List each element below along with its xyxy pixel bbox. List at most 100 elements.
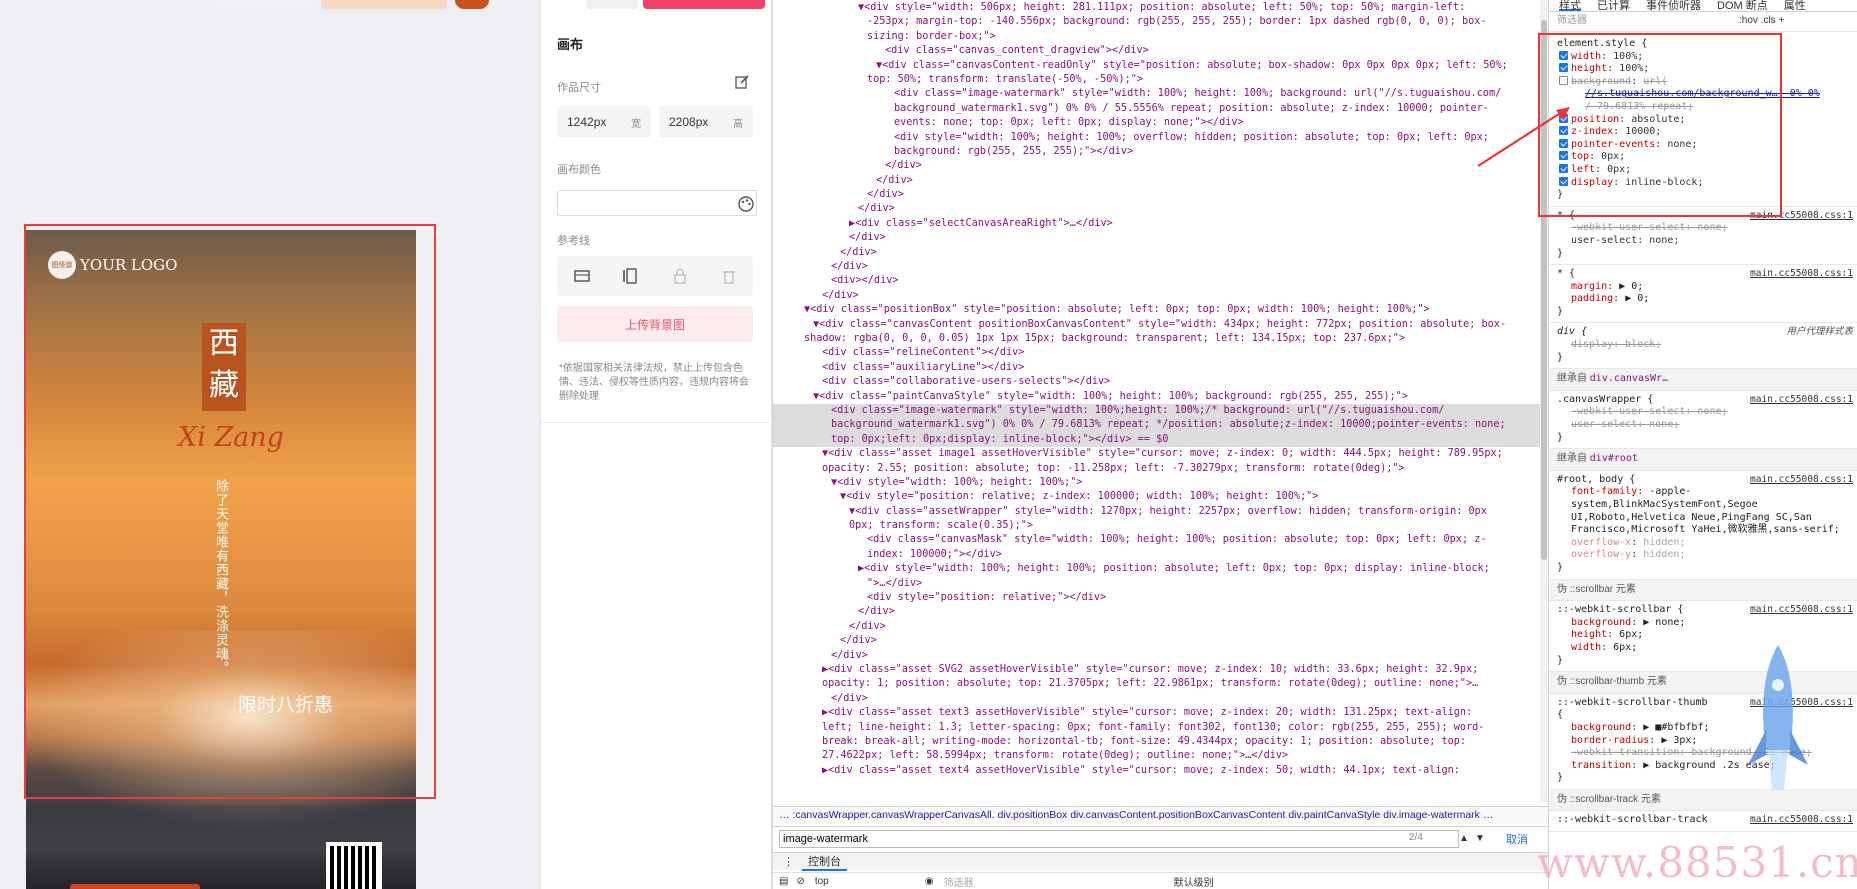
dom-node-line[interactable]: 0px; transform: scale(0.35);"> (773, 519, 1549, 533)
dom-node-line[interactable]: <div class="relineContent"></div> (773, 346, 1549, 360)
css-declaration[interactable]: border-radius: ▶ 3px; (1557, 735, 1851, 748)
drawer-menu-icon[interactable]: ⋮ (783, 855, 794, 868)
canvas-color-input[interactable] (557, 190, 757, 216)
dom-node-line[interactable]: ▼<div class="positionBox" style="positio… (773, 303, 1549, 317)
dom-node-line[interactable]: background_watermark1.svg") 0% 0% / 55.5… (773, 102, 1549, 116)
dom-node-line[interactable]: ▼<div class="canvasContent positionBoxCa… (773, 318, 1549, 332)
poster-promo-text[interactable]: 限时八折惠 (238, 690, 333, 717)
dom-node-line[interactable]: <div style="width: 100%; height: 100%; o… (773, 131, 1549, 145)
search-next-icon[interactable]: ▼ (1473, 831, 1487, 845)
upload-background-button[interactable]: 上传背景图 (557, 306, 753, 342)
css-declaration[interactable]: overflow-x: hidden; (1557, 537, 1851, 550)
inherited-element-link[interactable]: div.canvasWr… (1590, 373, 1668, 384)
context-select[interactable]: top (815, 876, 925, 887)
dom-node-line[interactable]: </div> (773, 649, 1549, 663)
download-button[interactable] (643, 0, 765, 9)
dom-node-line[interactable]: left; line-height: 1.3; letter-spacing: … (773, 721, 1549, 735)
dom-node-line[interactable]: top: 50%; transform: translate(-50%, -50… (773, 73, 1549, 87)
css-declaration[interactable]: display: inline-block; (1557, 176, 1851, 190)
dom-node-line[interactable]: <div class="image-watermark" style="widt… (773, 87, 1549, 101)
css-declaration[interactable]: -webkit-user-select: none; (1557, 406, 1851, 419)
declaration-checkbox[interactable] (1559, 151, 1568, 161)
avatar[interactable] (455, 0, 489, 9)
poster-bottom-banner[interactable] (70, 884, 200, 889)
dom-node-line[interactable]: </div> (773, 159, 1549, 173)
dom-node-line[interactable]: opacity: 2.55; position: absolute; top: … (773, 462, 1549, 476)
dom-node-line[interactable]: background_watermark1.svg") 0% 0% / 79.6… (773, 418, 1549, 433)
css-declaration[interactable]: user-select: none; (1557, 235, 1851, 248)
dom-node-line[interactable]: opacity: 1; position: absolute; top: 21.… (773, 677, 1549, 691)
tab-computed[interactable]: 已计算 (1597, 0, 1630, 12)
dom-node-line[interactable]: ▶<div style="width: 100%; height: 100%; … (773, 562, 1549, 576)
poster-logo[interactable]: 图怪兽 YOUR LOGO (48, 251, 177, 279)
dom-node-line[interactable]: ▶<div class="asset text3 assetHoverVisib… (773, 706, 1549, 720)
dom-node-line[interactable]: ▶<div class="asset SVG2 assetHoverVisibl… (773, 663, 1549, 677)
dom-node-line[interactable]: <div style="position: relative;"></div> (773, 591, 1549, 605)
dom-node-line[interactable]: sizing: border-box;"> (773, 30, 1549, 44)
declaration-checkbox[interactable] (1559, 126, 1568, 136)
dom-scrollbar[interactable] (1540, 0, 1548, 802)
breadcrumb[interactable]: … :canvasWrapper.canvasWrapperCanvasAll.… (773, 806, 1549, 824)
declaration-checkbox[interactable] (1559, 138, 1568, 148)
css-declaration[interactable]: width: 100%; (1557, 50, 1851, 64)
styles-filter[interactable]: 筛选器 :hov .cls + (1549, 12, 1857, 32)
tab-properties[interactable]: 属性 (1784, 0, 1806, 12)
dom-node-line[interactable]: ▼<div class="assetWrapper" style="width:… (773, 505, 1549, 519)
dom-node-line[interactable]: <div class="canvasMask" style="width: 10… (773, 533, 1549, 547)
css-declaration[interactable]: background: ▶ ■#bfbfbf; (1557, 722, 1851, 735)
rule-source-link[interactable]: main.cc55008.css:1 (1750, 604, 1853, 617)
css-declaration[interactable]: background: url( (1557, 75, 1851, 89)
css-declaration[interactable]: display: block; (1557, 339, 1851, 352)
poster-title-box[interactable]: 西 藏 (202, 323, 246, 411)
dom-node-line[interactable]: top: 0px;left: 0px;display: inline-block… (773, 432, 1549, 448)
rule-source-link[interactable]: main.cc55008.css:1 (1750, 394, 1853, 407)
dom-node-line[interactable]: ▶<div class="asset text4 assetHoverVisib… (773, 764, 1549, 778)
dom-node-line[interactable]: ▶<div class="selectCanvasAreaRight">…</d… (773, 217, 1549, 231)
css-declaration[interactable]: width: 6px; (1557, 642, 1851, 655)
search-cancel-button[interactable]: 取消 (1506, 831, 1528, 847)
tab-dom-breakpoints[interactable]: DOM 断点 (1717, 0, 1768, 12)
dom-node-line[interactable]: </div> (773, 231, 1549, 245)
rule-source-link[interactable]: main.cc55008.css:1 (1750, 697, 1853, 710)
css-declaration[interactable]: pointer-events: none; (1557, 138, 1851, 152)
dom-node-line[interactable]: <div></div> (773, 274, 1549, 288)
tab-styles[interactable]: 样式 (1559, 0, 1581, 12)
css-declaration[interactable]: -webkit-transition: background .2s ease; (1557, 747, 1851, 760)
eye-icon[interactable]: ◉ (925, 876, 934, 887)
inherited-element-link[interactable]: div#root (1590, 453, 1638, 464)
horizontal-guide-icon[interactable] (573, 267, 591, 285)
dom-node-line[interactable]: <div class="image-watermark" style="widt… (773, 403, 1549, 419)
qr-code[interactable] (326, 842, 382, 889)
console-filter-input[interactable]: 筛选器 (944, 874, 1174, 889)
dom-node-line[interactable]: </div> (773, 188, 1549, 202)
declaration-checkbox[interactable] (1559, 63, 1568, 73)
background-url-link[interactable]: //s.tuguaishou.com/background_w…) 0% 0% (1557, 88, 1851, 101)
dom-scrollbar-thumb[interactable] (1541, 20, 1547, 560)
height-input[interactable]: 2208px 高 (659, 106, 753, 138)
dom-node-line[interactable]: </div> (773, 289, 1549, 303)
rule-source-link[interactable]: main.cc55008.css:1 (1750, 268, 1853, 281)
trash-icon[interactable] (720, 267, 738, 285)
edit-icon[interactable] (734, 74, 750, 90)
log-level-select[interactable]: 默认级别 (1174, 874, 1314, 889)
dom-node-line[interactable]: ▼<div class="paintCanvaStyle" style="wid… (773, 390, 1549, 404)
lock-icon[interactable] (671, 267, 689, 285)
css-declaration[interactable]: top: 0px; (1557, 151, 1851, 164)
dom-node-line[interactable]: </div> (773, 692, 1549, 706)
css-declaration[interactable]: font-family: -apple-system,BlinkMacSyste… (1557, 486, 1851, 536)
css-declaration[interactable]: z-index: 10000; (1557, 126, 1851, 139)
dom-node-line[interactable]: shadow: rgba(0, 0, 0, 0.05) 1px 1px 15px… (773, 332, 1549, 346)
dom-node-line[interactable]: ▼<div class="asset image1 assetHoverVisi… (773, 447, 1549, 461)
dom-node-line[interactable]: ">…</div> (773, 577, 1549, 591)
css-declaration[interactable]: padding: ▶ 0; (1557, 293, 1851, 306)
toolbar-button-vip[interactable] (321, 0, 447, 9)
tab-console[interactable]: 控制台 (802, 853, 847, 871)
rule-source-link[interactable]: main.cc55008.css:1 (1750, 210, 1853, 223)
dom-node-line[interactable]: </div> (773, 605, 1549, 619)
css-declaration[interactable]: -webkit-user-select: none; (1557, 222, 1851, 235)
dom-tree[interactable]: ▼<div style="width: 506px; height: 281.1… (773, 0, 1549, 802)
dom-node-line[interactable]: </div> (773, 634, 1549, 648)
css-declaration[interactable]: transition: ▶ background .2s ease; (1557, 760, 1851, 773)
dom-node-line[interactable]: ▼<div style="width: 100%; height: 100%;"… (773, 476, 1549, 490)
dom-node-line[interactable]: </div> (773, 260, 1549, 274)
